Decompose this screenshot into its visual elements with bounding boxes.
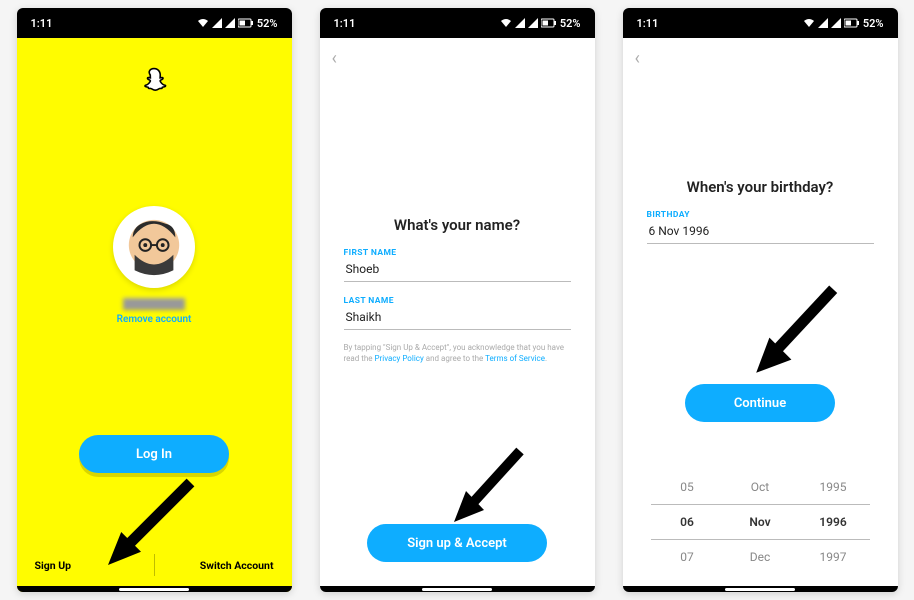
- year-column[interactable]: 1995 1996 1997: [797, 470, 870, 574]
- login-body: Remove account Log In Sign Up Switch Acc…: [17, 38, 292, 592]
- back-button[interactable]: ‹: [332, 48, 337, 69]
- terms-link[interactable]: Terms of Service: [485, 354, 545, 363]
- screen-login: 1:11 52% Remove account Log In: [17, 8, 292, 592]
- page-title: What's your name?: [344, 216, 571, 234]
- signal-icon: [818, 18, 828, 28]
- legal-text: By tapping "Sign Up & Accept", you ackno…: [344, 342, 571, 364]
- login-button[interactable]: Log In: [79, 435, 229, 473]
- clock: 1:11: [637, 17, 659, 30]
- arrow-annotation-icon: [440, 436, 540, 536]
- avatar[interactable]: [113, 206, 195, 288]
- picker-day[interactable]: 05: [651, 470, 724, 504]
- screen-birthday: 1:11 52% ‹ When's your birthday? BIRTHDA…: [623, 8, 898, 592]
- nav-bar: [320, 586, 595, 592]
- signal-icon: [212, 18, 222, 28]
- firstname-input[interactable]: Shoeb: [344, 258, 571, 282]
- privacy-policy-link[interactable]: Privacy Policy: [374, 354, 423, 363]
- clock: 1:11: [334, 17, 356, 30]
- signal-icon: [515, 18, 525, 28]
- divider: [154, 554, 155, 576]
- bitmoji-avatar-icon: [123, 216, 185, 278]
- status-icons: 52%: [197, 17, 278, 30]
- signal2-icon: [528, 18, 538, 28]
- signal2-icon: [225, 18, 235, 28]
- clock: 1:11: [31, 17, 53, 30]
- name-body: ‹ What's your name? FIRST NAME Shoeb LAS…: [320, 38, 595, 592]
- switch-account-link[interactable]: Switch Account: [200, 559, 274, 572]
- battery-pct: 52%: [560, 17, 581, 30]
- lastname-label: LAST NAME: [344, 296, 571, 306]
- birthday-body: ‹ When's your birthday? BIRTHDAY 6 Nov 1…: [623, 38, 898, 592]
- picker-day[interactable]: 07: [651, 540, 724, 574]
- lastname-input[interactable]: Shaikh: [344, 306, 571, 330]
- remove-account-link[interactable]: Remove account: [117, 314, 192, 325]
- picker-year-selected[interactable]: 1996: [797, 504, 870, 540]
- battery-icon: [844, 18, 860, 28]
- battery-pct: 52%: [863, 17, 884, 30]
- picker-year[interactable]: 1995: [797, 470, 870, 504]
- wifi-icon: [197, 18, 209, 28]
- status-bar: 1:11 52%: [17, 8, 292, 38]
- picker-month-selected[interactable]: Nov: [724, 504, 797, 540]
- wifi-icon: [500, 18, 512, 28]
- wifi-icon: [803, 18, 815, 28]
- firstname-label: FIRST NAME: [344, 248, 571, 258]
- picker-month[interactable]: Oct: [724, 470, 797, 504]
- day-column[interactable]: 05 06 07: [651, 470, 724, 574]
- nav-bar: [17, 586, 292, 592]
- status-icons: 52%: [803, 17, 884, 30]
- month-column[interactable]: Oct Nov Dec: [724, 470, 797, 574]
- birthday-label: BIRTHDAY: [647, 210, 874, 220]
- back-button[interactable]: ‹: [635, 48, 640, 69]
- battery-pct: 52%: [257, 17, 278, 30]
- snapchat-ghost-icon: [139, 66, 169, 96]
- status-bar: 1:11 52%: [623, 8, 898, 38]
- battery-icon: [541, 18, 557, 28]
- username-redacted: [123, 298, 185, 310]
- arrow-annotation-icon: [743, 276, 853, 386]
- page-title: When's your birthday?: [647, 178, 874, 196]
- battery-icon: [238, 18, 254, 28]
- date-picker[interactable]: 05 06 07 Oct Nov Dec 1995 1996 1997: [633, 470, 888, 574]
- picker-month[interactable]: Dec: [724, 540, 797, 574]
- status-icons: 52%: [500, 17, 581, 30]
- status-bar: 1:11 52%: [320, 8, 595, 38]
- picker-year[interactable]: 1997: [797, 540, 870, 574]
- picker-day-selected[interactable]: 06: [651, 504, 724, 540]
- birthday-input[interactable]: 6 Nov 1996: [647, 220, 874, 244]
- screen-name: 1:11 52% ‹ What's your name? FIRST NAME …: [320, 8, 595, 592]
- signup-accept-button[interactable]: Sign up & Accept: [367, 524, 547, 562]
- signup-link[interactable]: Sign Up: [35, 559, 72, 572]
- continue-button[interactable]: Continue: [685, 384, 835, 422]
- signal2-icon: [831, 18, 841, 28]
- nav-bar: [623, 586, 898, 592]
